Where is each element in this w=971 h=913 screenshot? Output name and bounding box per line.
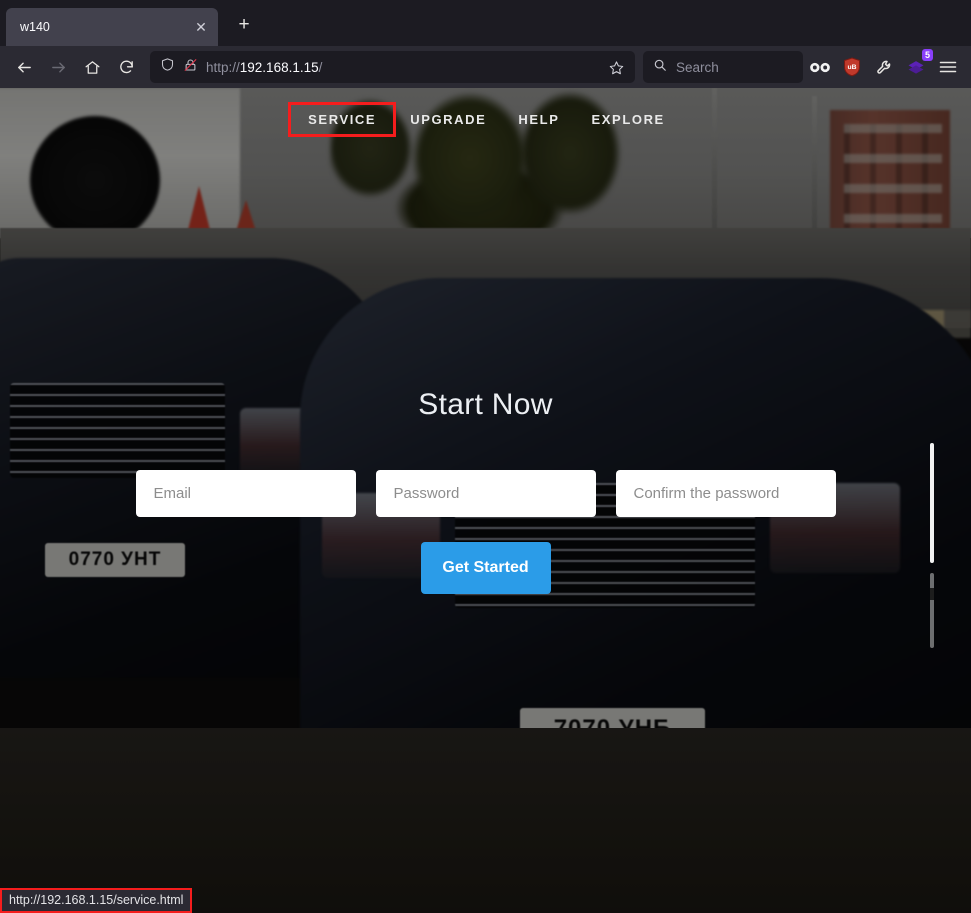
tab-title: w140 bbox=[20, 20, 50, 34]
url-scheme: http:// bbox=[206, 59, 240, 75]
star-icon[interactable] bbox=[603, 54, 629, 80]
nav-item-help[interactable]: HELP bbox=[502, 104, 575, 135]
back-arrow-icon[interactable] bbox=[8, 51, 40, 83]
home-icon[interactable] bbox=[76, 51, 108, 83]
glasses-icon[interactable] bbox=[805, 52, 835, 82]
get-started-button[interactable]: Get Started bbox=[420, 542, 551, 594]
status-link-preview: http://192.168.1.15/service.html bbox=[0, 888, 193, 913]
search-box[interactable]: Search bbox=[643, 51, 803, 83]
nav-item-upgrade[interactable]: UPGRADE bbox=[394, 104, 502, 135]
page-scrollbar-thumb[interactable] bbox=[930, 443, 934, 563]
url-text[interactable]: http://192.168.1.15/ bbox=[206, 60, 595, 75]
new-tab-button[interactable]: + bbox=[228, 9, 260, 41]
email-field[interactable] bbox=[135, 470, 356, 517]
reload-icon[interactable] bbox=[110, 51, 142, 83]
page-scrollbar-track[interactable] bbox=[930, 573, 934, 648]
navigation-toolbar: http://192.168.1.15/ Search uB 5 bbox=[0, 46, 971, 88]
ublock-origin-icon[interactable]: uB bbox=[837, 52, 867, 82]
broken-lock-icon[interactable] bbox=[183, 57, 198, 78]
page-title: Start Now bbox=[418, 388, 553, 421]
search-icon bbox=[653, 58, 667, 77]
page-content: SERVICE UPGRADE HELP EXPLORE Start Now G… bbox=[0, 88, 971, 913]
tab-strip: w140 ✕ + bbox=[0, 0, 971, 46]
nav-item-explore[interactable]: EXPLORE bbox=[576, 104, 681, 135]
nav-item-service[interactable]: SERVICE bbox=[288, 102, 397, 137]
url-bar[interactable]: http://192.168.1.15/ bbox=[150, 51, 635, 83]
browser-tab[interactable]: w140 ✕ bbox=[6, 8, 218, 46]
password-field[interactable] bbox=[375, 470, 596, 517]
close-icon[interactable]: ✕ bbox=[190, 16, 212, 38]
hero-section: Start Now Get Started bbox=[0, 388, 971, 594]
extension-badge-count: 5 bbox=[921, 49, 933, 61]
confirm-password-field[interactable] bbox=[615, 470, 836, 517]
site-navigation: SERVICE UPGRADE HELP EXPLORE bbox=[0, 102, 971, 137]
browser-window: w140 ✕ + http://192.168.1.15/ Search uB … bbox=[0, 0, 971, 913]
url-host: 192.168.1.15 bbox=[239, 59, 319, 75]
layers-icon[interactable]: 5 bbox=[901, 49, 933, 82]
wrench-icon[interactable] bbox=[869, 52, 899, 82]
svg-text:uB: uB bbox=[848, 64, 857, 71]
page-scrollbar-gap bbox=[930, 588, 934, 600]
page-viewport: 0770 УНТ 7070 УНБ SERVICE UPGRADE HELP E… bbox=[0, 88, 971, 913]
signup-form bbox=[0, 470, 971, 517]
shield-icon[interactable] bbox=[160, 57, 175, 77]
search-placeholder: Search bbox=[676, 59, 719, 75]
forward-arrow-icon bbox=[42, 51, 74, 83]
url-path: / bbox=[318, 59, 323, 75]
hamburger-menu-icon[interactable] bbox=[933, 52, 963, 82]
